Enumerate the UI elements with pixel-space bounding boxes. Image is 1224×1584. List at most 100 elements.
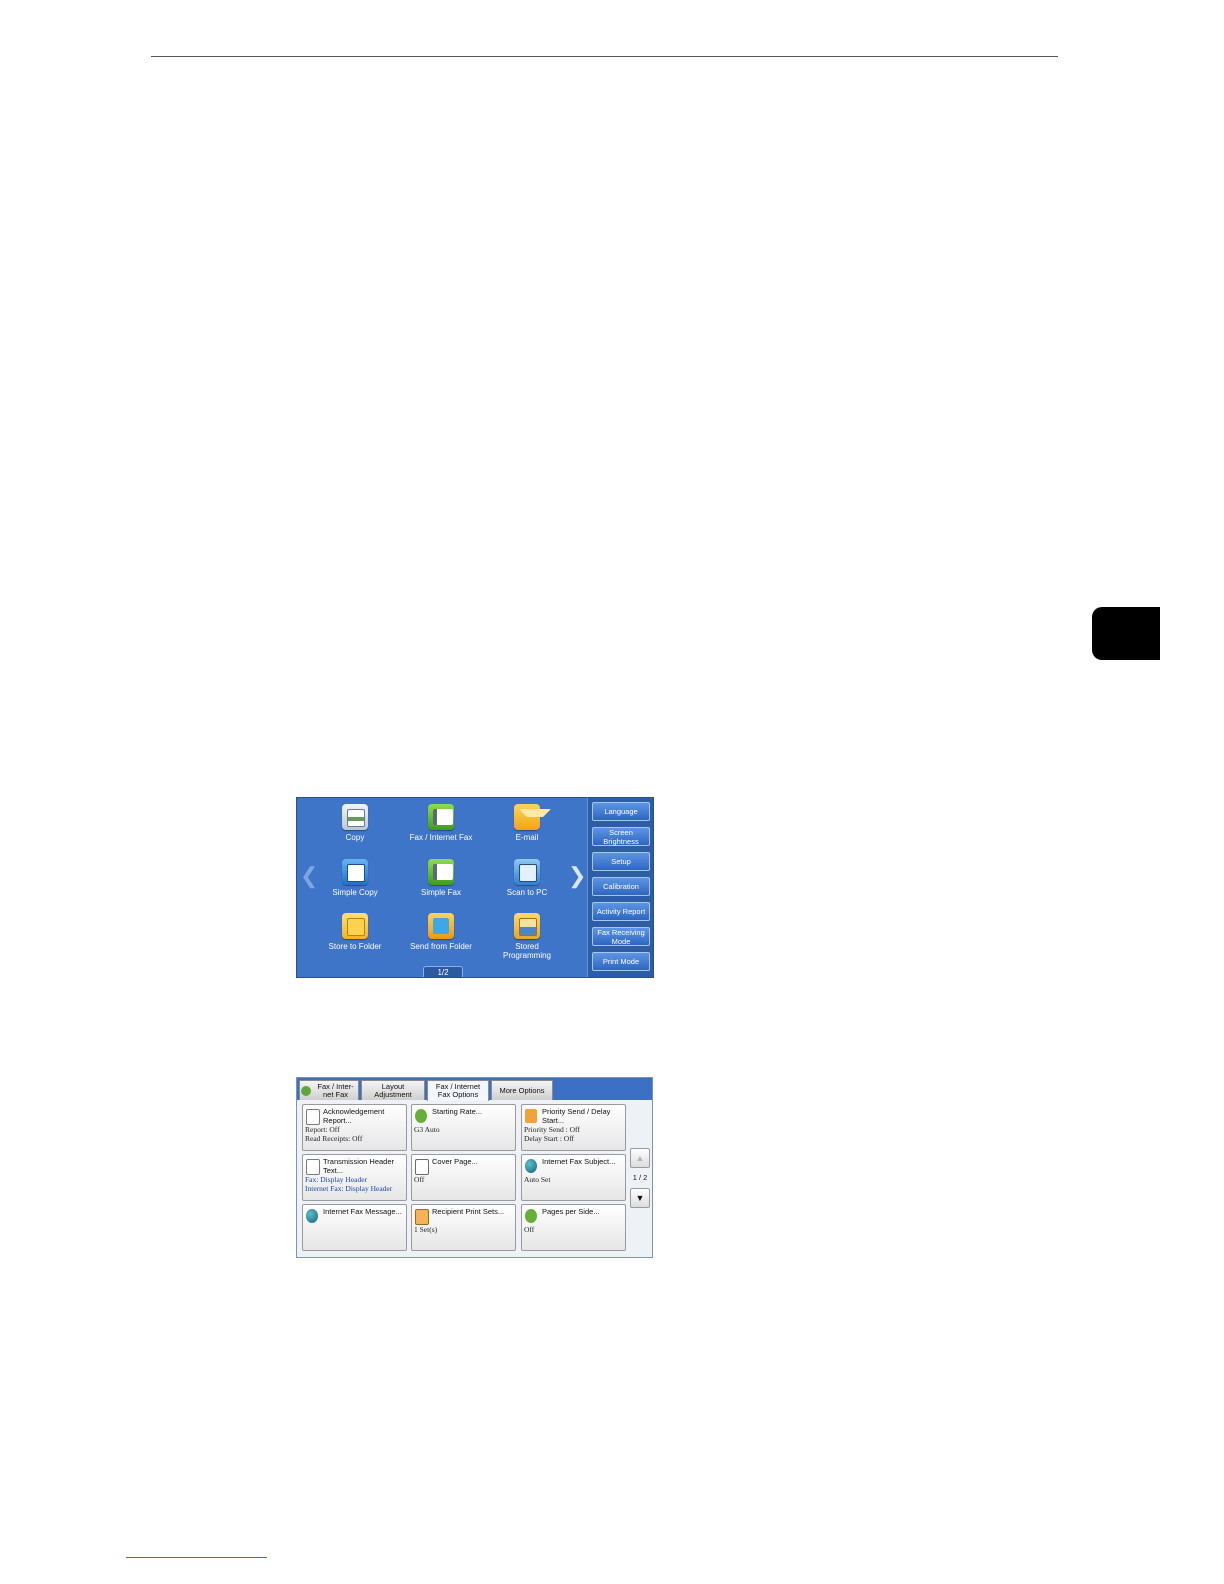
option-card[interactable]: Internet Fax Subject... Auto Set [521,1154,626,1201]
option-value: Off [414,1175,516,1184]
simple-copy-icon [342,859,368,885]
option-value-line: Read Receipts: Off [305,1134,363,1143]
next-page-arrow-icon[interactable]: ❯ [568,864,586,888]
app-copy[interactable]: Copy [312,804,398,842]
option-title: Internet Fax Message... [323,1207,402,1216]
app-scan-to-pc[interactable]: Scan to PC [484,859,570,897]
screen-brightness-button[interactable]: Screen Brightness [592,827,650,846]
option-value: Off [524,1225,626,1234]
app-fax[interactable]: Fax / Internet Fax [398,804,484,842]
tab-label: Layout Adjustment [374,1081,412,1099]
option-title: Starting Rate... [432,1107,483,1116]
option-value-line: 1 Set(s) [414,1225,438,1234]
app-email[interactable]: E-mail [484,804,570,842]
page-indicator: 1 / 2 [632,1173,648,1182]
language-button[interactable]: Language [592,802,650,821]
app-label: Copy [345,833,365,842]
app-label: Simple Fax [420,888,461,897]
app-label: Send from Folder [410,942,472,951]
app-store-to-folder[interactable]: Store to Folder [312,913,398,951]
option-card[interactable]: Recipient Print Sets... 1 Set(s) [411,1204,516,1251]
option-card[interactable]: Acknowledgement Report... Report: Off Read… [302,1104,407,1151]
option-value-line: Auto Set [524,1175,551,1184]
app-label: Store to Folder [328,942,382,951]
print-mode-button[interactable]: Print Mode [592,952,650,971]
page-indicator: 1/2 [423,966,463,977]
option-value: Priority Send : Off Delay Start : Off [524,1125,626,1143]
app-simple-copy[interactable]: Simple Copy [312,859,398,897]
internet-fax-message-icon [306,1209,318,1223]
chapter-tab [1092,607,1160,660]
option-value-line: Internet Fax: Display Header [305,1184,393,1193]
simple-fax-icon [428,859,454,885]
internet-fax-subject-icon [525,1159,537,1173]
starting-rate-icon [415,1109,427,1123]
option-value-line: Report: Off [305,1125,340,1134]
stored-programming-icon [514,913,540,939]
copy-icon [342,804,368,830]
option-card[interactable]: Starting Rate... G3 Auto [411,1104,516,1151]
tab-label: Fax / Inter-net Fax [317,1081,354,1099]
folder-icon [342,913,368,939]
calibration-button[interactable]: Calibration [592,877,650,896]
scan-to-pc-icon [514,859,540,885]
footer-link-underline [126,1557,267,1558]
app-send-from-folder[interactable]: Send from Folder [398,913,484,951]
home-screen-panel: ❮ ❯ Copy Fax / Internet Fax E-mail Simpl… [296,797,654,978]
option-title: Priority Send / Delay Start... [542,1107,611,1125]
tab-layout-adjustment[interactable]: Layout Adjustment [361,1080,425,1100]
tab-fax-internet-fax-options[interactable]: Fax / Internet Fax Options [427,1080,489,1101]
fax-options-panel: Fax / Inter-net Fax Layout Adjustment Fa… [296,1077,653,1258]
send-from-folder-icon [428,913,454,939]
option-title: Recipient Print Sets... [432,1207,505,1216]
header-text-icon [306,1159,320,1175]
priority-send-icon [525,1109,537,1123]
tab-more-options[interactable]: More Options [491,1080,553,1100]
option-value-line: Delay Start : Off [524,1134,575,1143]
email-icon [514,804,551,830]
report-icon [306,1109,320,1125]
app-label: E-mail [515,833,539,842]
option-title: Internet Fax Subject... [542,1157,616,1166]
fax-tab-icon [300,1085,311,1096]
app-label: Fax / Internet Fax [409,833,473,842]
option-value: G3 Auto [414,1125,516,1134]
option-value-line: Priority Send : Off [524,1125,580,1134]
option-value: Fax: Display Header Internet Fax: Display… [305,1175,407,1193]
option-card[interactable]: Pages per Side... Off [521,1204,626,1251]
app-grid: ❮ ❯ Copy Fax / Internet Fax E-mail Simpl… [297,798,587,977]
option-value: Auto Set [524,1175,626,1184]
app-label: Scan to PC [506,888,548,897]
recipient-print-sets-icon [415,1209,429,1225]
fax-receiving-mode-button[interactable]: Fax Receiving Mode [592,927,650,946]
scroll-up-button[interactable]: ▲ [630,1148,650,1168]
tab-label: More Options [499,1085,545,1095]
option-card[interactable]: Cover Page... Off [411,1154,516,1201]
scroll-down-button[interactable]: ▼ [630,1188,650,1208]
option-title: Acknowledgement Report... [323,1107,385,1125]
app-label: Simple Copy [332,888,378,897]
app-simple-fax[interactable]: Simple Fax [398,859,484,897]
option-value-line: Off [414,1175,425,1184]
fax-icon [428,804,454,830]
option-card[interactable]: Priority Send / Delay Start... Priority S… [521,1104,626,1151]
app-stored-programming[interactable]: Stored Programming [484,913,570,960]
option-value-line: G3 Auto [414,1125,440,1134]
option-title: Pages per Side... [542,1207,600,1216]
option-value: Report: Off Read Receipts: Off [305,1125,407,1143]
tab-label: Fax / Internet Fax Options [435,1082,481,1099]
tab-fax-internet-fax[interactable]: Fax / Inter-net Fax [299,1080,359,1100]
app-label: Stored Programming [502,942,551,960]
cover-page-icon [415,1159,429,1175]
option-value-line: Off [524,1225,535,1234]
option-value: 1 Set(s) [414,1225,516,1234]
option-card[interactable]: Internet Fax Message... [302,1204,407,1251]
option-title: Transmission Header Text... [323,1157,394,1175]
option-card[interactable]: Transmission Header Text... Fax: Display … [302,1154,407,1201]
activity-report-button[interactable]: Activity Report [592,902,650,921]
pages-per-side-icon [525,1209,537,1223]
option-value-line: Fax: Display Header [305,1175,368,1184]
header-rule [151,56,1058,57]
setup-button[interactable]: Setup [592,852,650,871]
side-button-panel: Language Screen Brightness Setup Calibra… [587,798,653,977]
